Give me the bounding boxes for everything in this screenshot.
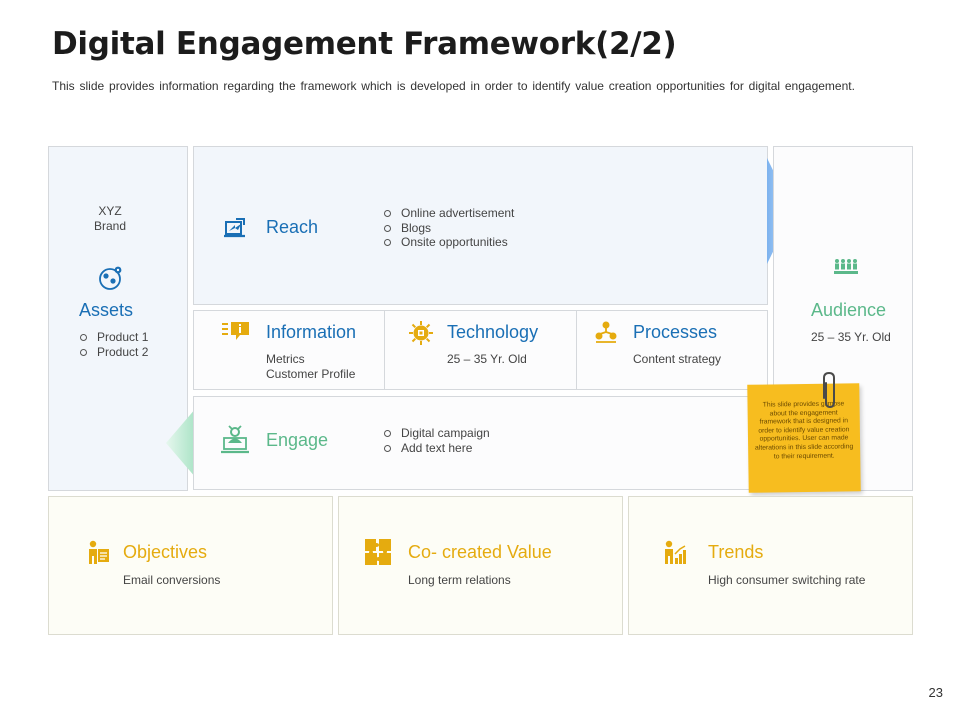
- reach-item: Blogs: [383, 221, 514, 236]
- assets-list: Product 1 Product 2: [79, 330, 148, 359]
- slide-title: Digital Engagement Framework(2/2): [52, 26, 677, 62]
- puzzle-icon: [365, 539, 391, 565]
- engage-item: Add text here: [383, 441, 490, 456]
- trends-text: High consumer switching rate: [708, 573, 866, 587]
- reach-item: Onsite opportunities: [383, 235, 514, 250]
- information-line-1: Metrics: [266, 352, 305, 366]
- processes-heading: Processes: [633, 322, 718, 342]
- person-clipboard-icon: [89, 540, 109, 564]
- brand-line-2: Brand: [93, 219, 127, 233]
- trends-heading: Trends: [708, 542, 764, 562]
- information-heading: Information: [266, 322, 357, 342]
- info-chat-icon: [222, 322, 249, 340]
- middle-divider: [384, 310, 385, 390]
- sticky-note: This slide provides glimpse about the en…: [747, 383, 861, 493]
- crowd-icon: [834, 259, 858, 274]
- paperclip-icon: [823, 371, 835, 409]
- assets-item: Product 2: [79, 345, 148, 360]
- slide-subtitle: This slide provides information regardin…: [52, 79, 855, 93]
- reach-heading: Reach: [266, 217, 319, 237]
- assets-heading: Assets: [79, 300, 134, 320]
- co-created-value-text: Long term relations: [408, 573, 511, 587]
- engage-list: Digital campaign Add text here: [383, 426, 490, 455]
- left-arrow-chevron: [166, 408, 196, 478]
- person-chart-icon: [665, 540, 686, 564]
- reach-list: Online advertisement Blogs Onsite opport…: [383, 206, 514, 250]
- engage-heading: Engage: [266, 430, 329, 450]
- audience-text: 25 – 35 Yr. Old: [811, 330, 891, 344]
- information-line-2: Customer Profile: [266, 367, 356, 381]
- technology-heading: Technology: [447, 322, 539, 342]
- process-nodes-icon: [595, 321, 617, 343]
- co-created-value-heading: Co- created Value: [408, 542, 552, 562]
- page-number: 23: [928, 685, 943, 700]
- brand-line-1: XYZ: [98, 204, 122, 218]
- people-network-icon: [99, 266, 122, 290]
- assets-item: Product 1: [79, 330, 148, 345]
- processes-text: Content strategy: [633, 352, 722, 366]
- engage-item: Digital campaign: [383, 426, 490, 441]
- objectives-heading: Objectives: [123, 542, 208, 562]
- gear-chip-icon: [409, 321, 433, 345]
- laptop-person-icon: [221, 425, 249, 454]
- middle-divider: [576, 310, 577, 390]
- laptop-share-icon: [224, 218, 245, 238]
- objectives-text: Email conversions: [123, 573, 221, 587]
- reach-item: Online advertisement: [383, 206, 514, 221]
- technology-text: 25 – 35 Yr. Old: [447, 352, 527, 366]
- audience-heading: Audience: [811, 300, 887, 320]
- sticky-note-text: This slide provides glimpse about the en…: [754, 400, 854, 460]
